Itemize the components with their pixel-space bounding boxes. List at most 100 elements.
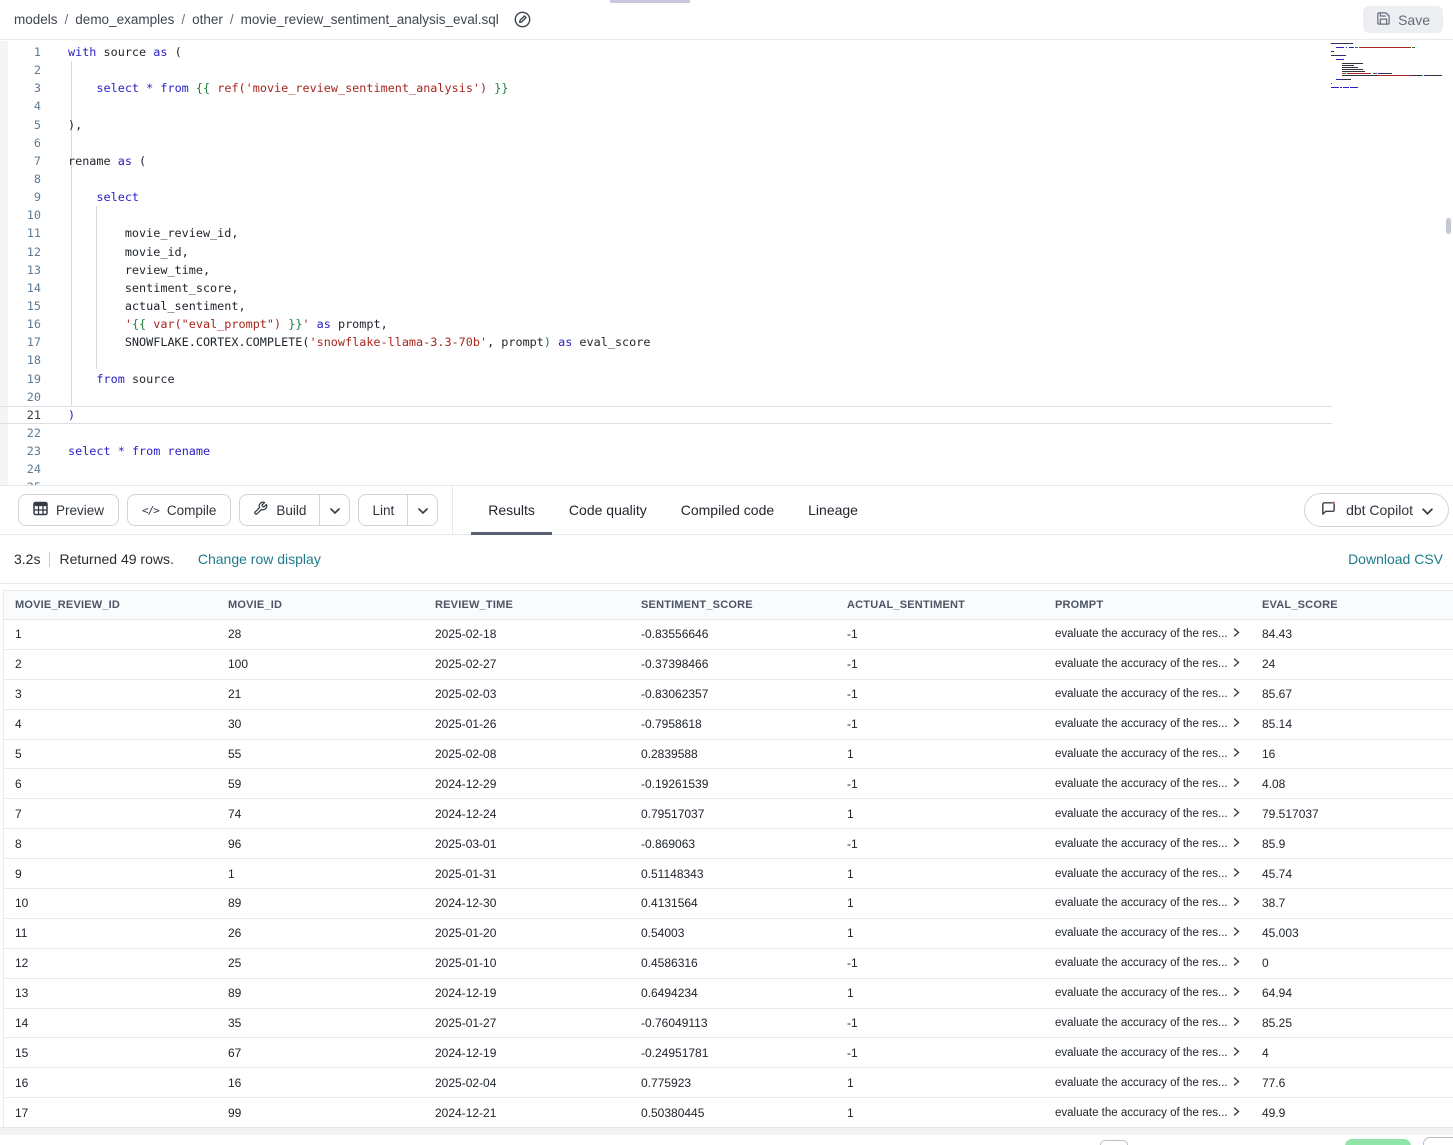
expand-cell-icon[interactable] xyxy=(1233,838,1240,847)
code-token xyxy=(68,317,125,331)
minimap[interactable] xyxy=(1331,43,1449,93)
tab-compiled-code[interactable]: Compiled code xyxy=(664,485,791,535)
editor-scrollbar-thumb[interactable] xyxy=(1446,218,1451,234)
expand-cell-icon[interactable] xyxy=(1233,1047,1240,1056)
code-line[interactable]: 4 xyxy=(0,97,1453,115)
line-number: 2 xyxy=(0,63,41,77)
code-line[interactable]: 1with source as ( xyxy=(0,43,1453,61)
expand-cell-icon[interactable] xyxy=(1233,688,1240,697)
expand-cell-icon[interactable] xyxy=(1233,628,1240,637)
code-line[interactable]: 8 xyxy=(0,170,1453,188)
expand-cell-icon[interactable] xyxy=(1233,1017,1240,1026)
code-token: ) xyxy=(68,408,75,422)
compile-button[interactable]: </> Compile xyxy=(127,494,231,526)
code-line[interactable]: 22 xyxy=(0,424,1453,442)
code-token: , prompt xyxy=(487,335,544,349)
prompt-cell-text: evaluate the accuracy of the res... xyxy=(1055,1077,1228,1089)
prompt-cell-text: evaluate the accuracy of the res... xyxy=(1055,987,1228,999)
code-line[interactable]: 11 movie_review_id, xyxy=(0,224,1453,242)
code-token: actual_sentiment, xyxy=(125,299,246,313)
lint-button[interactable]: Lint xyxy=(359,495,407,525)
breadcrumb-part[interactable]: demo_examples xyxy=(75,12,174,27)
build-dropdown-caret[interactable] xyxy=(319,495,349,525)
table-row: 17992024-12-210.503804451evaluate the ac… xyxy=(4,1098,1453,1128)
expand-cell-icon[interactable] xyxy=(1233,808,1240,817)
breadcrumb-part[interactable]: movie_review_sentiment_analysis_eval.sql xyxy=(241,12,499,27)
table-cell: -1 xyxy=(836,620,1044,649)
code-line[interactable]: 13 review_time, xyxy=(0,261,1453,279)
breadcrumb-part[interactable]: models xyxy=(14,12,58,27)
lint-dropdown-caret[interactable] xyxy=(407,495,437,525)
code-line[interactable]: 3 select * from {{ ref('movie_review_sen… xyxy=(0,79,1453,97)
build-button[interactable]: Build xyxy=(240,495,319,525)
tab-lineage[interactable]: Lineage xyxy=(791,485,875,535)
expand-cell-icon[interactable] xyxy=(1233,718,1240,727)
dbt-copilot-button[interactable]: dbt Copilot xyxy=(1304,493,1449,527)
preview-button[interactable]: Preview xyxy=(18,494,119,526)
code-line[interactable]: 21) xyxy=(0,406,1332,424)
bottom-green-pill-button-partial[interactable] xyxy=(1345,1139,1411,1145)
expand-cell-icon[interactable] xyxy=(1233,957,1240,966)
edit-circle-icon[interactable] xyxy=(514,11,531,28)
code-token xyxy=(68,299,125,313)
code-token: select xyxy=(96,81,139,95)
download-csv-link[interactable]: Download CSV xyxy=(1348,551,1443,567)
code-line[interactable]: 10 xyxy=(0,206,1453,224)
table-row: 4302025-01-26-0.7958618-1evaluate the ac… xyxy=(4,710,1453,740)
table-cell: 64.94 xyxy=(1251,979,1453,1008)
code-line[interactable]: 23select * from rename xyxy=(0,442,1453,460)
code-line[interactable]: 15 actual_sentiment, xyxy=(0,297,1453,315)
expand-cell-icon[interactable] xyxy=(1233,1077,1240,1086)
bottom-help-button-partial[interactable] xyxy=(1423,1137,1453,1145)
top-edge-strip xyxy=(610,0,690,3)
horizontal-scrollbar[interactable] xyxy=(0,1127,1453,1135)
code-line-text: from source xyxy=(41,370,175,388)
table-cell: 45.74 xyxy=(1251,859,1453,888)
code-token: source xyxy=(125,372,175,386)
expand-cell-icon[interactable] xyxy=(1233,987,1240,996)
table-cell: 35 xyxy=(217,1009,424,1038)
save-icon xyxy=(1376,11,1391,29)
code-line[interactable]: 25 xyxy=(0,478,1453,485)
code-line[interactable]: 12 movie_id, xyxy=(0,243,1453,261)
expand-cell-icon[interactable] xyxy=(1233,1107,1240,1116)
table-cell: 1 xyxy=(217,859,424,888)
code-token xyxy=(68,335,125,349)
prompt-cell-text: evaluate the accuracy of the res... xyxy=(1055,957,1228,969)
breadcrumb-part[interactable]: other xyxy=(192,12,223,27)
table-row: 15672024-12-19-0.24951781-1evaluate the … xyxy=(4,1038,1453,1068)
expand-cell-icon[interactable] xyxy=(1233,927,1240,936)
save-button[interactable]: Save xyxy=(1363,6,1443,33)
table-cell: 6 xyxy=(4,769,217,798)
bottom-toolbar-button-partial[interactable] xyxy=(1100,1140,1128,1145)
code-line[interactable]: 18 xyxy=(0,351,1453,369)
chevron-down-icon xyxy=(330,501,340,519)
code-line[interactable]: 24 xyxy=(0,460,1453,478)
code-line[interactable]: 16 '{{ var("eval_prompt") }}' as prompt, xyxy=(0,315,1453,333)
expand-cell-icon[interactable] xyxy=(1233,778,1240,787)
code-line[interactable]: 19 from source xyxy=(0,370,1453,388)
code-line[interactable]: 2 xyxy=(0,61,1453,79)
expand-cell-icon[interactable] xyxy=(1233,897,1240,906)
code-editor[interactable]: 1with source as ( 2 3 select * from {{ ref… xyxy=(0,41,1453,485)
expand-cell-icon[interactable] xyxy=(1233,868,1240,877)
tab-results[interactable]: Results xyxy=(471,485,552,535)
minimap-token xyxy=(1412,47,1415,48)
table-cell: -1 xyxy=(836,1009,1044,1038)
table-row: 5552025-02-080.28395881evaluate the accu… xyxy=(4,740,1453,770)
code-line[interactable]: 5), xyxy=(0,116,1453,134)
expand-cell-icon[interactable] xyxy=(1233,748,1240,757)
tab-code-quality[interactable]: Code quality xyxy=(552,485,664,535)
code-line[interactable]: 9 select xyxy=(0,188,1453,206)
code-line[interactable]: 7rename as ( xyxy=(0,152,1453,170)
code-line[interactable]: 14 sentiment_score, xyxy=(0,279,1453,297)
change-row-display-link[interactable]: Change row display xyxy=(198,551,321,567)
expand-cell-icon[interactable] xyxy=(1233,658,1240,667)
lint-button-group: Lint xyxy=(358,494,438,526)
code-line[interactable]: 17 SNOWFLAKE.CORTEX.COMPLETE('snowflake-… xyxy=(0,333,1453,351)
chevron-down-icon xyxy=(1422,502,1433,518)
code-line[interactable]: 20 xyxy=(0,388,1453,406)
table-cell: -1 xyxy=(836,949,1044,978)
prompt-cell-text: evaluate the accuracy of the res... xyxy=(1055,838,1228,850)
code-line[interactable]: 6 xyxy=(0,134,1453,152)
